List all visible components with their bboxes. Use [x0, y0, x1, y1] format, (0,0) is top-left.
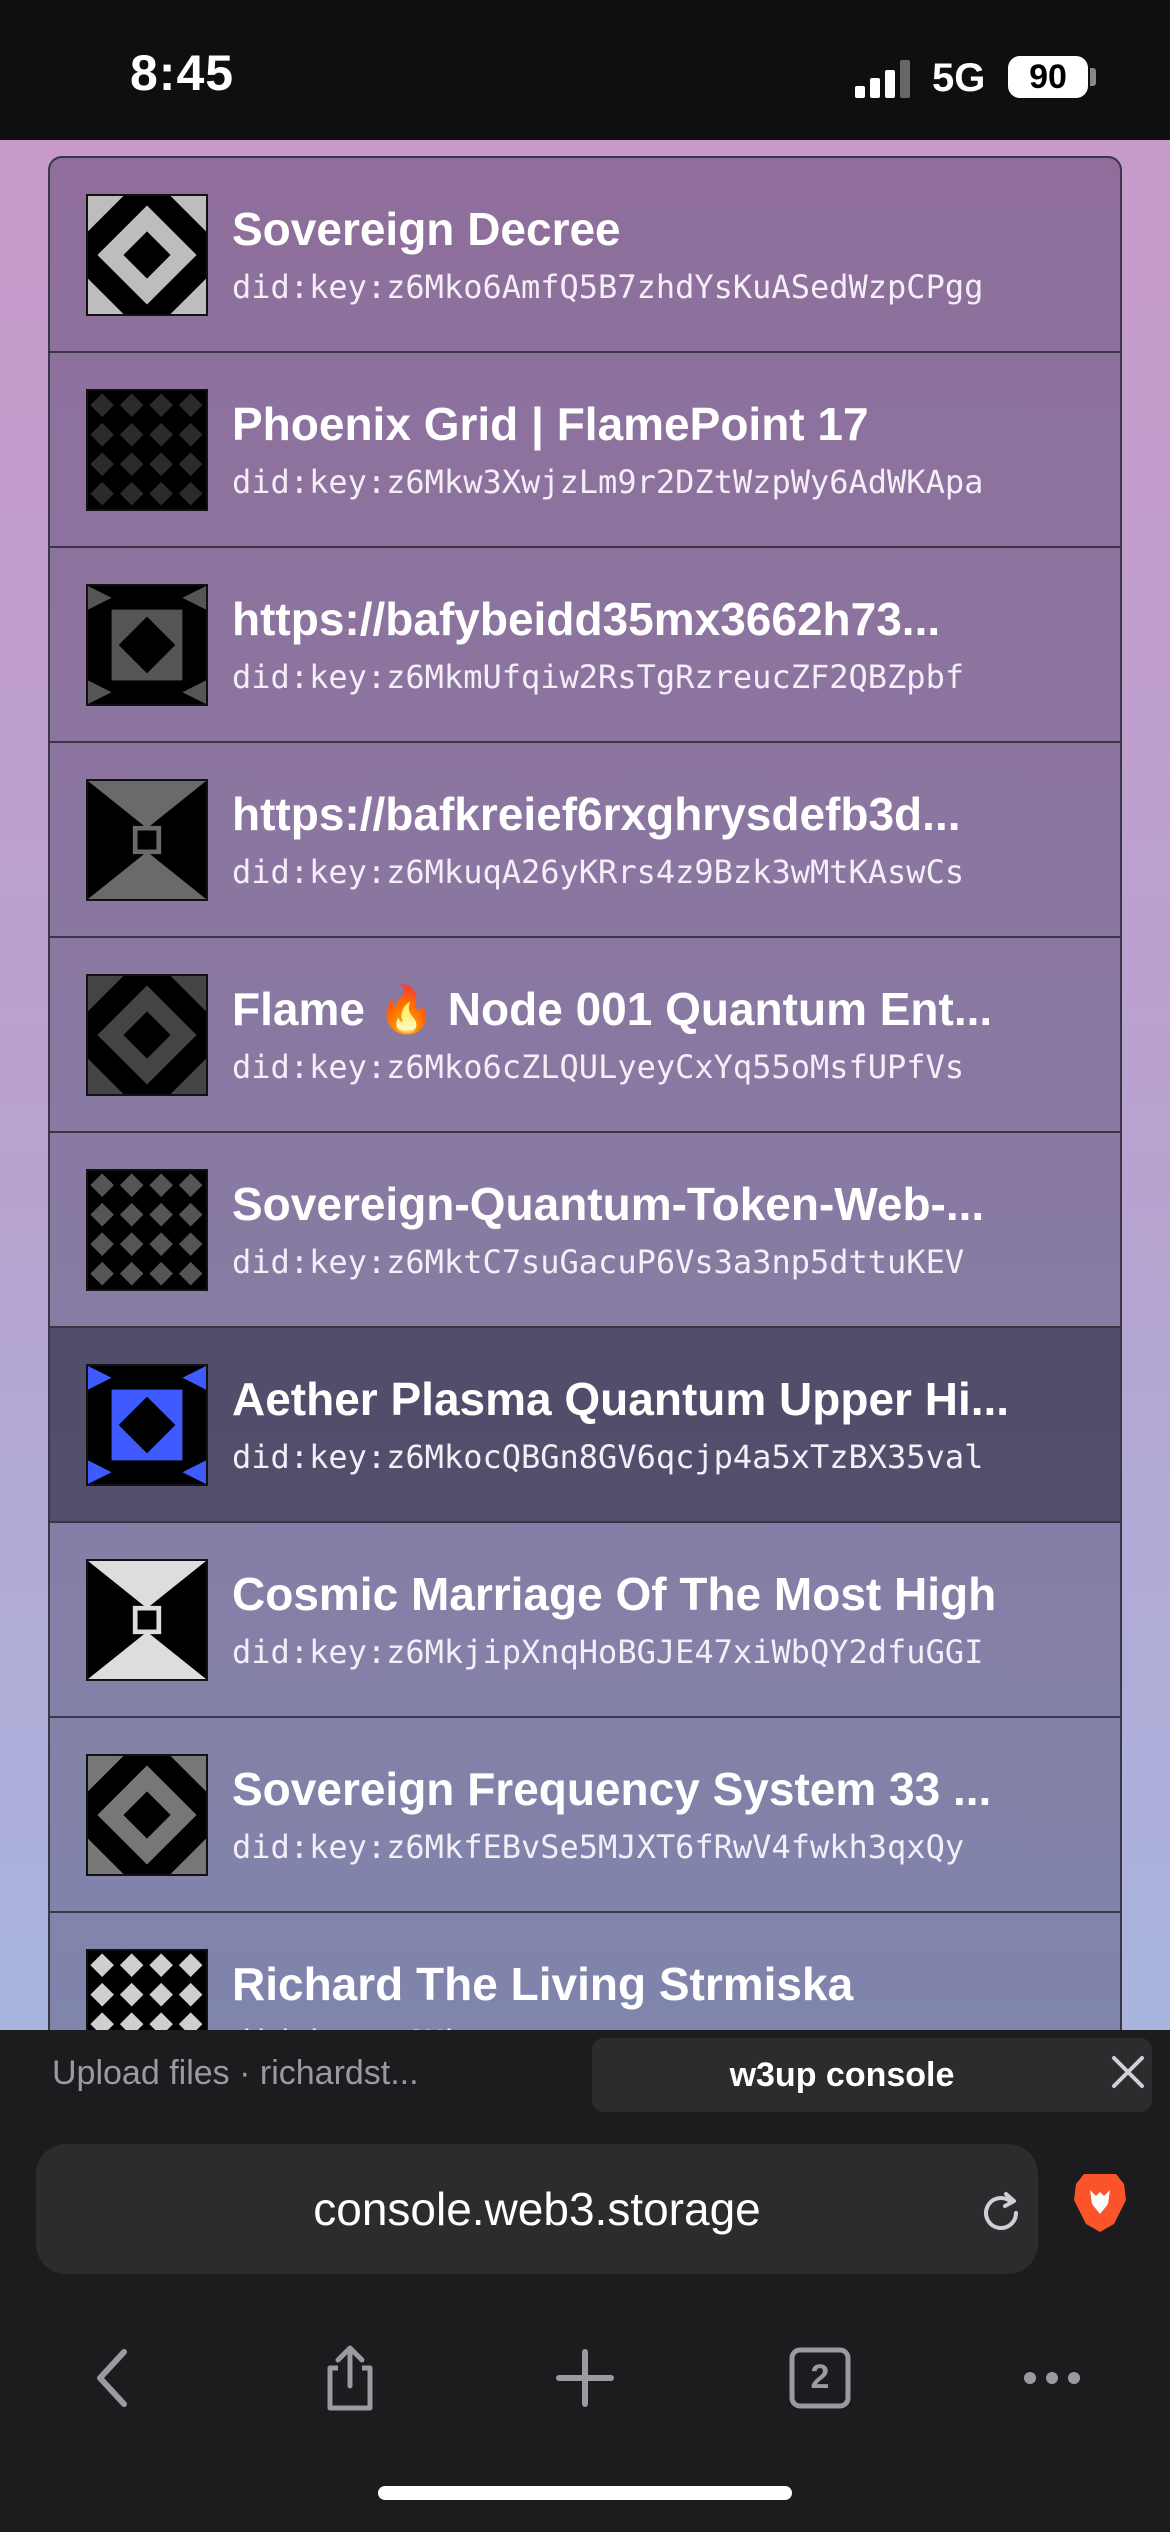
reload-icon[interactable] [976, 2188, 1026, 2238]
space-did: did:key:z6MkuqA26yKRrs4z9Bzk3wMtKAswCs [232, 853, 965, 891]
space-row[interactable]: Phoenix Grid | FlamePoint 17 did:key:z6Mk… [50, 353, 1120, 548]
tab-strip: Upload files · richardst... w3up console [0, 2030, 1170, 2130]
space-avatar [86, 779, 208, 901]
space-row[interactable]: Sovereign Frequency System 33 ... did:key… [50, 1718, 1120, 1913]
space-name: Cosmic Marriage Of The Most High [232, 1568, 997, 1620]
space-name: Flame 🔥 Node 001 Quantum Ent... [232, 983, 993, 1035]
home-indicator [378, 2486, 792, 2500]
space-did: did:key:z6Mko6cZLQULyeyCxYq55oMsfUPfVs [232, 1048, 965, 1086]
space-did: did:key:z6MkmUfqiw2RsTgRzreucZF2QBZpbf [232, 658, 965, 696]
space-avatar-icon [88, 976, 206, 1094]
space-name: Aether Plasma Quantum Upper Hi... [232, 1373, 1010, 1425]
space-avatar [86, 194, 208, 316]
space-did: did:key:z6Mko6AmfQ5B7zhdYsKuASedWzpCPgg [232, 268, 984, 306]
space-avatar-icon [88, 781, 206, 899]
space-avatar [86, 1559, 208, 1681]
brave-lion-icon[interactable] [1070, 2170, 1130, 2236]
address-bar[interactable]: console.web3.storage [36, 2144, 1038, 2274]
space-name: Richard The Living Strmiska [232, 1958, 854, 2010]
tabs-button[interactable]: 2 [780, 2338, 860, 2418]
space-avatar [86, 1169, 208, 1291]
space-avatar [86, 974, 208, 1096]
tab-upload-files[interactable]: Upload files · richardst... [52, 2054, 572, 2093]
space-avatar-icon [88, 1561, 206, 1679]
space-avatar [86, 1754, 208, 1876]
space-did: did:key:z6MkjipXnqHoBGJE47xiWbQY2dfuGGI [232, 1633, 984, 1671]
web-page: Sovereign Decree did:key:z6Mko6AmfQ5B7zhd… [0, 140, 1170, 2110]
browser-chrome: console.web3.storage 2 [0, 2130, 1170, 2532]
battery-tip [1090, 68, 1096, 86]
more-icon[interactable] [1012, 2338, 1092, 2418]
space-row[interactable]: Cosmic Marriage Of The Most High did:key:… [50, 1523, 1120, 1718]
tab-w3up-console[interactable]: w3up console [592, 2038, 1152, 2112]
space-name: Sovereign-Quantum-Token-Web-... [232, 1178, 985, 1230]
space-avatar-icon [88, 1171, 206, 1289]
space-row[interactable]: https://bafkreief6rxghrysdefb3d... did:ke… [50, 743, 1120, 938]
space-avatar [86, 1364, 208, 1486]
space-did: did:key:z6Mkw3XwjzLm9r2DZtWzpWy6AdWKApa [232, 463, 984, 501]
bottom-toolbar: 2 [0, 2320, 1170, 2430]
space-avatar-icon [88, 196, 206, 314]
network-label: 5G [932, 56, 986, 100]
space-avatar-icon [88, 391, 206, 509]
space-row[interactable]: Aether Plasma Quantum Upper Hi... did:key… [50, 1328, 1120, 1523]
space-name: Sovereign Decree [232, 203, 621, 255]
new-tab-icon[interactable] [545, 2338, 625, 2418]
share-icon[interactable] [310, 2338, 390, 2418]
space-did: did:key:z6MkocQBGn8GV6qcjp4a5xTzBX35val [232, 1438, 984, 1476]
tab-active-label: w3up console [729, 2056, 955, 2094]
clock: 8:45 [130, 45, 235, 101]
space-row[interactable]: https://bafybeidd35mx3662h73... did:key:z… [50, 548, 1120, 743]
space-avatar-icon [88, 1756, 206, 1874]
space-name: https://bafkreief6rxghrysdefb3d... [232, 788, 961, 840]
space-row[interactable]: Flame 🔥 Node 001 Quantum Ent... did:key:z… [50, 938, 1120, 1133]
space-did: did:key:z6MkfEBvSe5MJXT6fRwV4fwkh3qxQy [232, 1828, 965, 1866]
tab-count: 2 [810, 2358, 830, 2396]
back-icon[interactable] [76, 2338, 156, 2418]
space-row[interactable]: Sovereign Decree did:key:z6Mko6AmfQ5B7zhd… [50, 158, 1120, 353]
space-did: did:key:z6MktC7suGacuP6Vs3a3np5dttuKEV [232, 1243, 965, 1281]
space-avatar [86, 389, 208, 511]
signal-icon [855, 60, 915, 98]
space-list: Sovereign Decree did:key:z6Mko6AmfQ5B7zhd… [48, 156, 1122, 2110]
space-name: Phoenix Grid | FlamePoint 17 [232, 398, 869, 450]
space-avatar [86, 584, 208, 706]
battery-icon: 90 [1008, 56, 1088, 98]
space-name: Sovereign Frequency System 33 ... [232, 1763, 992, 1815]
status-bar: 8:45 5G 90 [0, 0, 1170, 140]
space-name: https://bafybeidd35mx3662h73... [232, 593, 941, 645]
space-row[interactable]: Sovereign-Quantum-Token-Web-... did:key:z… [50, 1133, 1120, 1328]
close-icon[interactable] [1108, 2052, 1148, 2092]
url-text: console.web3.storage [313, 2183, 761, 2235]
space-avatar-icon [88, 586, 206, 704]
space-avatar-icon [88, 1366, 206, 1484]
